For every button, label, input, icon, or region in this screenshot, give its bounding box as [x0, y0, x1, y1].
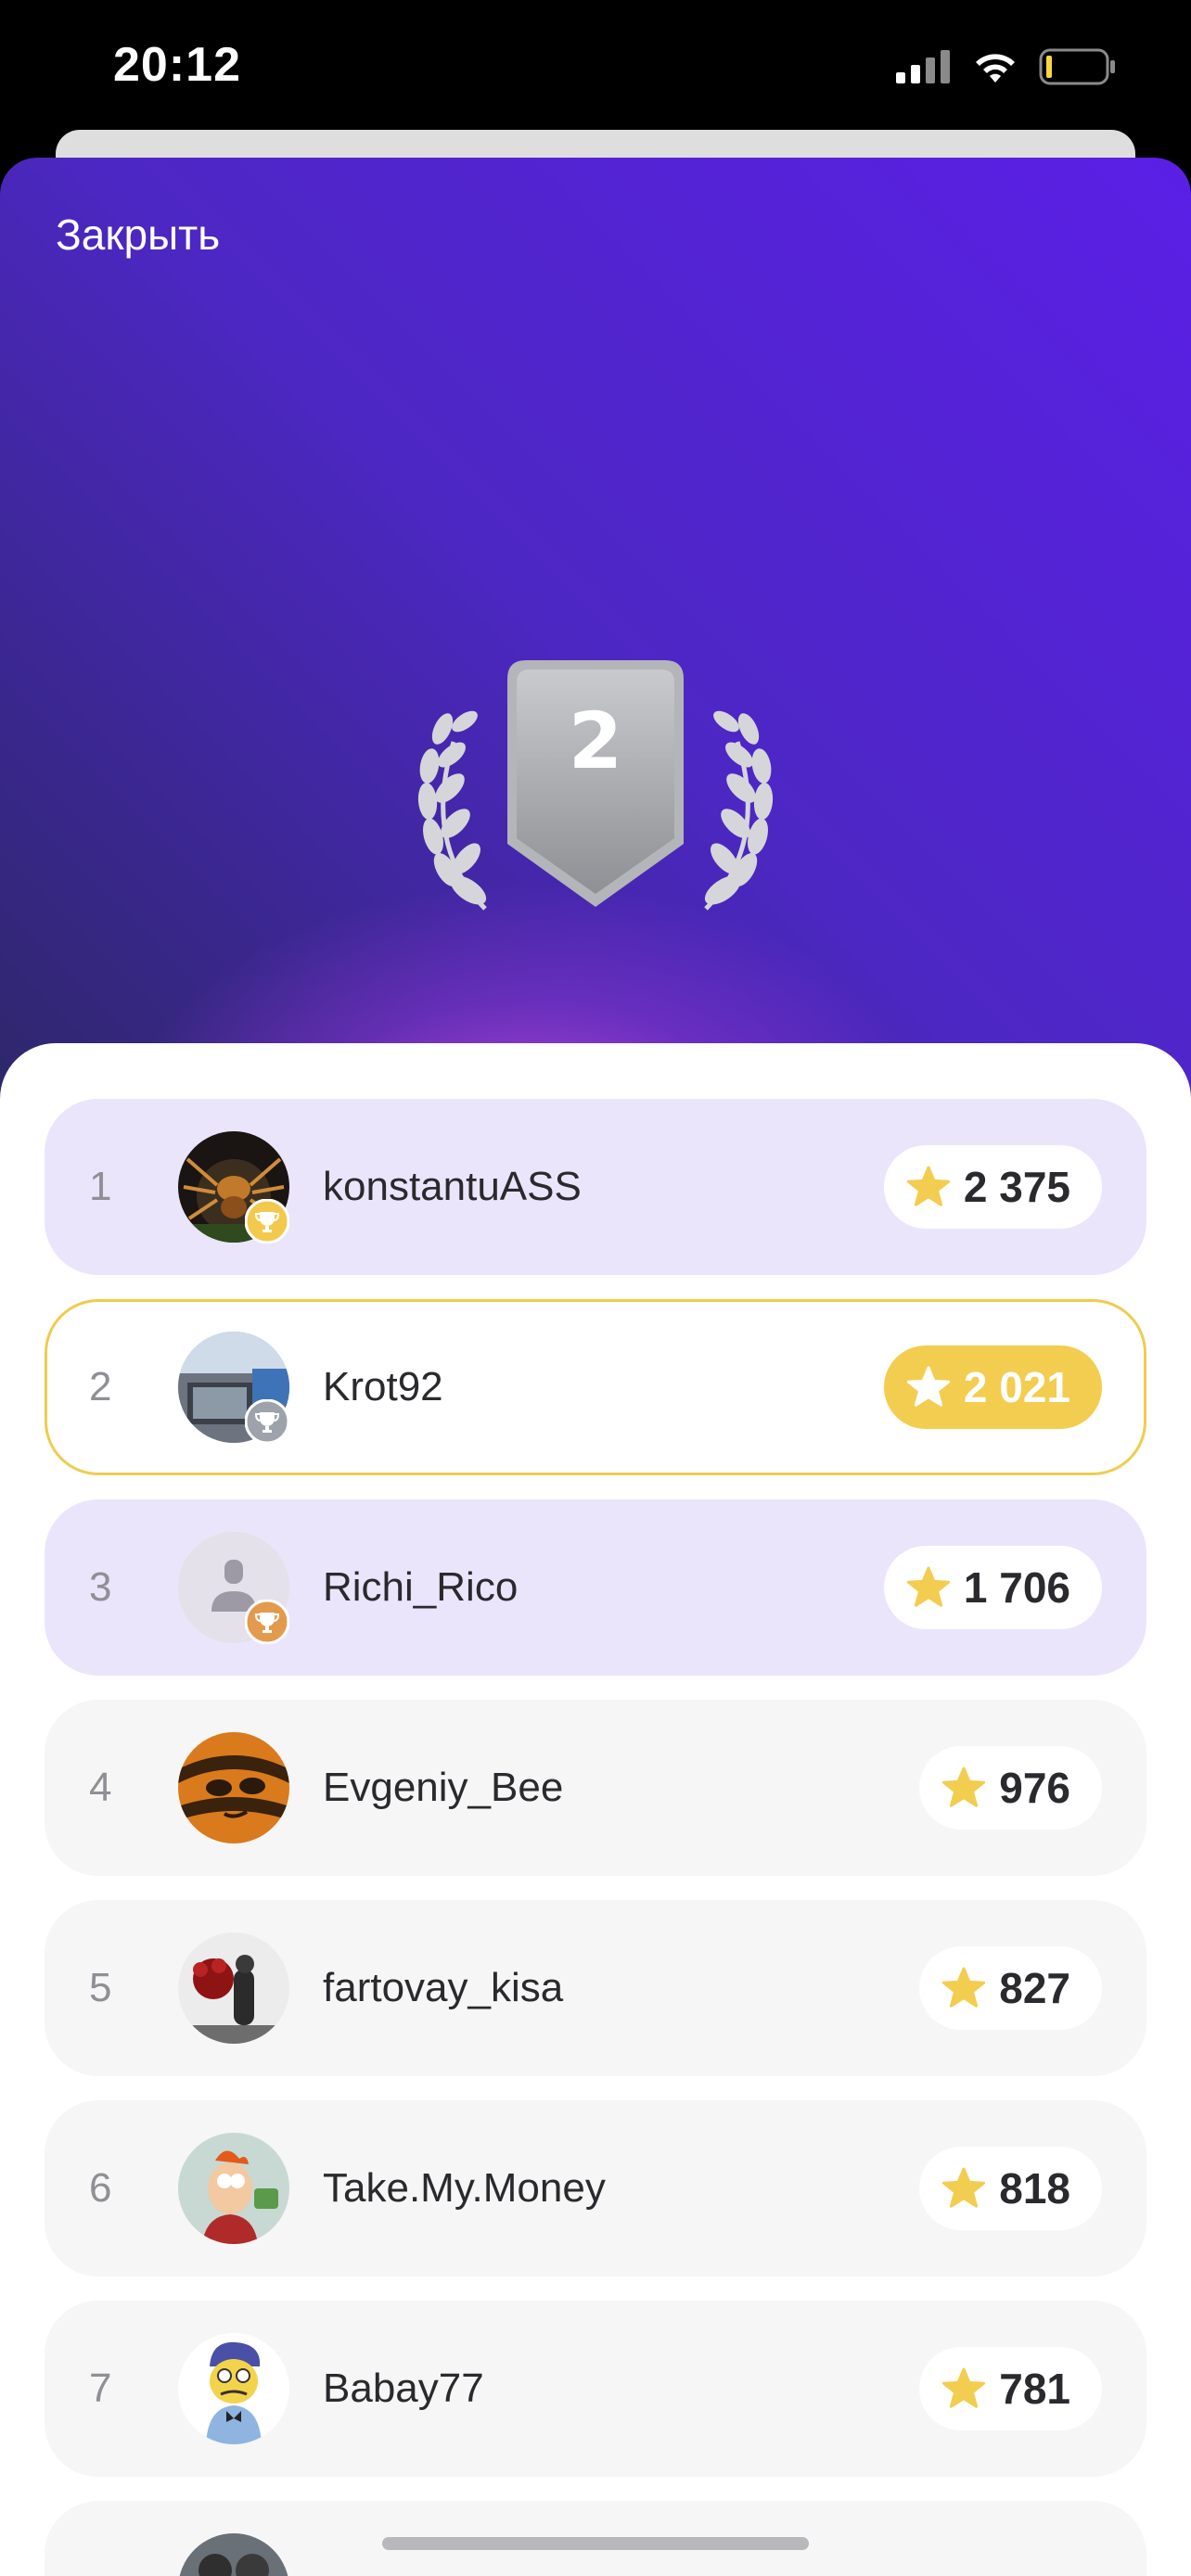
leaderboard-sheet: Закрыть 2 1 konstantuASS 2 375 2 Krot92 …: [0, 158, 1191, 2576]
silver-trophy-icon: [245, 1399, 289, 1444]
home-indicator[interactable]: [382, 2537, 809, 2550]
username: konstantuASS: [323, 1164, 582, 1209]
score-value: 781: [999, 2365, 1070, 2413]
score-pill: 827: [919, 1946, 1102, 2030]
score-value: 2 375: [963, 1163, 1070, 1211]
username: Evgeniy_Bee: [323, 1765, 564, 1810]
status-time: 20:12: [113, 38, 241, 92]
star-icon: [942, 1766, 986, 1807]
score-value: 976: [999, 1764, 1070, 1812]
rank-number: 7: [89, 2366, 112, 2411]
score-value: 827: [999, 1964, 1070, 2012]
status-bar: 20:12: [0, 0, 1191, 130]
score-pill: 1 706: [883, 1546, 1102, 1629]
avatar: [178, 2133, 289, 2244]
star-icon: [942, 2167, 986, 2208]
leaderboard-row[interactable]: 4 Evgeniy_Bee 976: [45, 1700, 1146, 1876]
avatar: [178, 2533, 289, 2576]
score-pill: 2 375: [883, 1145, 1102, 1229]
leaderboard-row-current-user[interactable]: 2 Krot92 2 021: [45, 1299, 1146, 1475]
leaderboard-list: 1 konstantuASS 2 375 2 Krot92 2 021 3 Ri…: [0, 1043, 1191, 2576]
status-icons: [896, 48, 1117, 85]
star-icon: [942, 1967, 986, 2008]
leaderboard-row[interactable]: 7 Babay77 781: [45, 2301, 1146, 2477]
rank-number: 3: [89, 1564, 112, 1610]
rank-number: 1: [89, 1164, 112, 1209]
leaderboard-row[interactable]: 6 Take.My.Money 818: [45, 2100, 1146, 2276]
username: Babay77: [323, 2366, 484, 2411]
score-value: 2 021: [963, 1363, 1070, 1411]
bronze-trophy-icon: [245, 1600, 289, 1644]
wifi-icon: [976, 54, 1015, 83]
score-value: 1 706: [963, 1563, 1070, 1612]
username: fartovay_kisa: [323, 1965, 564, 2010]
leaderboard-row[interactable]: 3 Richi_Rico 1 706: [45, 1499, 1146, 1676]
rank-number: 2: [89, 1364, 112, 1409]
username: Richi_Rico: [323, 1564, 519, 1610]
place-number: 2: [568, 695, 623, 786]
gold-trophy-icon: [245, 1199, 289, 1243]
score-pill: 976: [919, 1746, 1102, 1830]
avatar: [178, 1932, 289, 2044]
leaderboard-row[interactable]: 5 fartovay_kisa 827: [45, 1900, 1146, 2076]
rank-number: 5: [89, 1965, 112, 2010]
cellular-signal-icon: [896, 50, 950, 83]
battery-icon: [1039, 48, 1115, 85]
rank-number: 4: [89, 1765, 112, 1810]
place-badge: 2: [385, 640, 806, 937]
avatar: [178, 2333, 289, 2444]
close-button[interactable]: Закрыть: [56, 210, 220, 260]
score-pill: 818: [919, 2147, 1102, 2230]
star-icon: [906, 1166, 950, 1206]
rank-number: 6: [89, 2165, 112, 2211]
star-icon: [906, 1566, 950, 1607]
score-pill: 781: [919, 2347, 1102, 2430]
username: Krot92: [323, 1364, 443, 1409]
username: Take.My.Money: [323, 2165, 606, 2211]
leaderboard-row[interactable]: 1 konstantuASS 2 375: [45, 1099, 1146, 1275]
score-value: 818: [999, 2164, 1070, 2213]
star-icon: [906, 1366, 950, 1407]
avatar: [178, 1732, 289, 1843]
laurel-wreath-icon: [417, 660, 774, 911]
star-icon: [942, 2367, 986, 2408]
score-pill: 2 021: [883, 1345, 1102, 1429]
